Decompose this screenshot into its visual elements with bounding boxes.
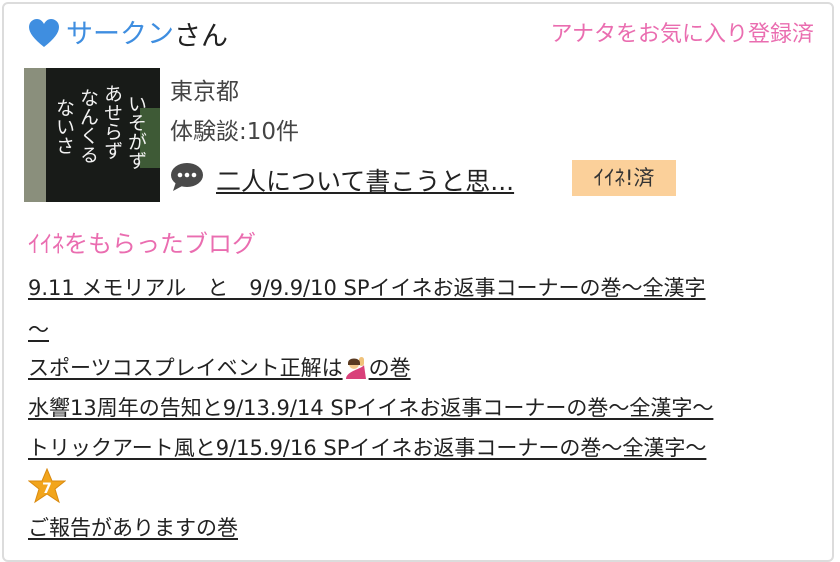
iine-badge: ｲｲﾈ!済 bbox=[572, 160, 676, 196]
speech-bubble-icon bbox=[171, 163, 203, 191]
prefecture: 東京都 bbox=[170, 79, 239, 105]
person-raising-hand-icon bbox=[345, 357, 366, 379]
avatar-text-3: なんくる bbox=[77, 88, 99, 164]
blog-link-1-continued[interactable]: 〜 bbox=[28, 314, 49, 344]
avatar-text-1: いそがず bbox=[125, 94, 147, 170]
avatar-text-4: ないさ bbox=[53, 98, 75, 155]
avatar-text-2: あせらず bbox=[101, 84, 123, 160]
latest-post-link[interactable]: 二人について書こうと思... bbox=[216, 162, 514, 198]
avatar[interactable]: いそがず あせらず なんくる ないさ bbox=[24, 68, 160, 202]
star-badge-number: 7 bbox=[42, 481, 52, 497]
profile-card: サークン さん アナタをお気に入り登録済 いそがず あせらず なんくる ないさ … bbox=[2, 2, 834, 562]
favorite-status: アナタをお気に入り登録済 bbox=[550, 22, 814, 47]
star-badge-icon: 7 bbox=[28, 468, 66, 504]
honorific-suffix: さん bbox=[174, 21, 228, 52]
experience-count: 体験談:10件 bbox=[170, 119, 300, 145]
user-name-link[interactable]: サークン bbox=[66, 12, 174, 51]
blog-link-4[interactable]: トリックアート風と9/15.9/16 SPイイネお返事コーナーの巻〜全漢字〜 bbox=[28, 432, 706, 462]
liked-blogs-heading: ｲｲﾈをもらったブログ bbox=[28, 230, 256, 258]
blog-link-3[interactable]: 水響13周年の告知と9/13.9/14 SPイイネお返事コーナーの巻〜全漢字〜 bbox=[28, 392, 713, 422]
blog-link-2[interactable]: スポーツコスプレイベント正解は の巻 bbox=[28, 352, 411, 382]
avatar-tree bbox=[24, 68, 48, 202]
blog-link-1[interactable]: 9.11 メモリアル と 9/9.9/10 SPイイネお返事コーナーの巻〜全漢字 bbox=[28, 272, 706, 302]
heart-icon bbox=[29, 19, 59, 47]
blog-link-2-suffix: の巻 bbox=[368, 356, 411, 380]
blog-link-5[interactable]: ご報告がありますの巻 bbox=[28, 512, 238, 542]
blog-link-2-text: スポーツコスプレイベント正解は bbox=[28, 356, 343, 380]
